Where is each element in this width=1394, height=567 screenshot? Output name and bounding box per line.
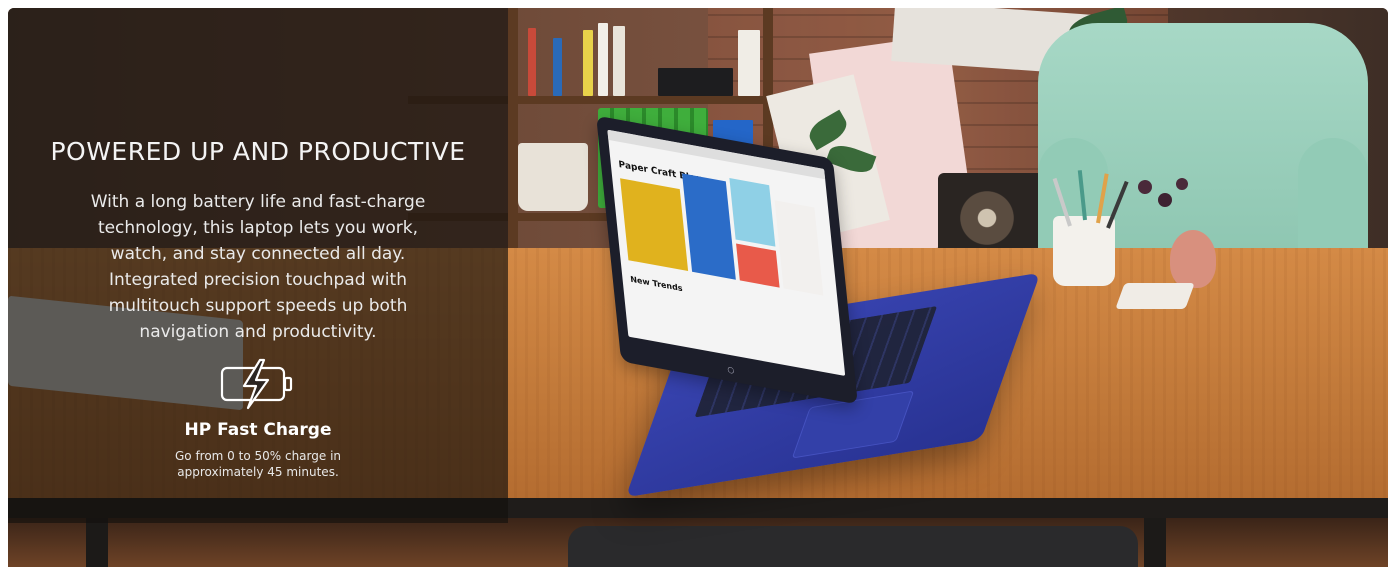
red-tile [736,243,780,288]
cyan-tile [729,177,776,247]
feature-title: HP Fast Charge [184,420,332,440]
book [528,28,536,96]
laptop-lid: Paper Craft Blog New Trends ○ [596,115,858,405]
berry [1176,178,1188,190]
coaster [1115,283,1195,309]
section-body-text: With a long battery life and fast-charge… [90,192,426,342]
section-headline: POWERED UP AND PRODUCTIVE [50,136,466,166]
pink-vase [1170,230,1216,288]
text-overlay-panel: POWERED UP AND PRODUCTIVE With a long ba… [8,8,508,523]
feature-description-line: Go from 0 to 50% charge in [174,449,342,463]
blue-tile [682,173,736,280]
table-leg [1144,518,1166,567]
speaker-cone [956,187,1018,249]
table-leg [86,518,108,567]
hero-banner: Paper Craft Blog New Trends ○ POWERED UP… [8,8,1388,567]
feature-description: Go from 0 to 50% charge in approximately… [108,448,408,480]
yellow-tile [620,178,689,272]
printer [658,68,733,96]
white-bin [518,143,588,211]
white-tile [774,200,824,296]
berry [1138,180,1152,194]
book [598,23,608,96]
hp-logo-icon: ○ [726,364,735,376]
office-chair-back [568,526,1138,567]
book [553,38,562,96]
fast-charge-feature: HP Fast Charge Go from 0 to 50% charge i… [108,358,408,480]
feature-description-line: approximately 45 minutes. [177,465,339,479]
berry [1158,193,1172,207]
book [583,30,593,96]
battery-fast-charge-icon [220,358,293,410]
laptop-screen: Paper Craft Blog New Trends [607,129,846,376]
book [738,30,760,96]
new-trends-heading: New Trends [629,274,683,294]
book [613,26,625,96]
